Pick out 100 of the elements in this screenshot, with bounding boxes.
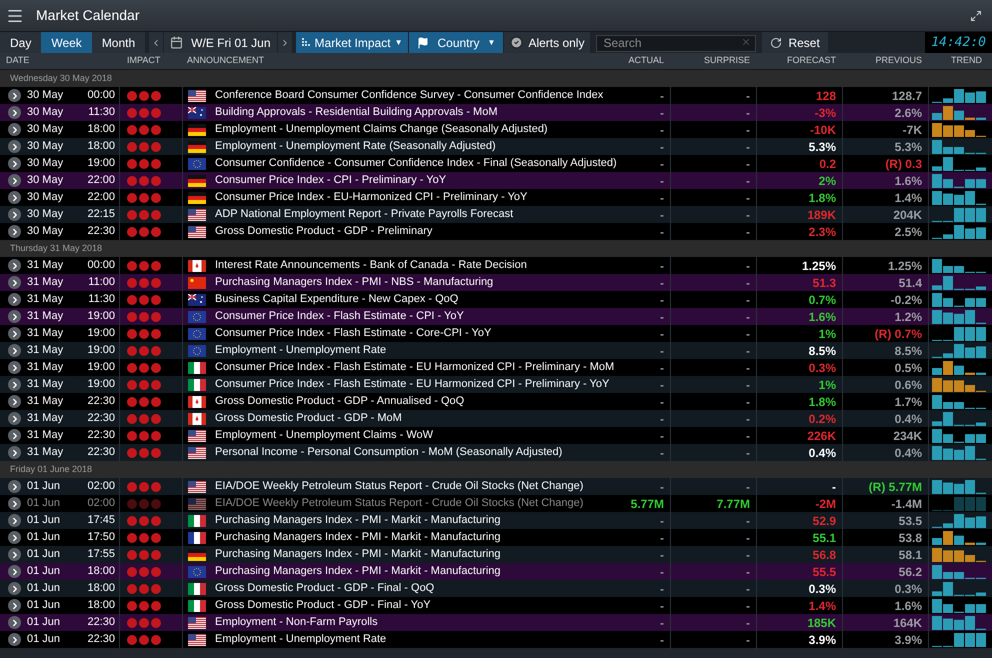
calendar-row[interactable]: 31 May 19:00 Consumer Price Index - Flash Estimate - CPI - YoY - - 1.6% 1.2%	[0, 308, 992, 325]
event-time: 22:30	[87, 632, 115, 648]
period-tab[interactable]: Day	[0, 32, 42, 53]
calendar-row[interactable]: 01 Jun 17:55 Purchasing Managers Index - PMI - Markit - Manufacturing - - 56.8 58.1	[0, 546, 992, 563]
reset-button[interactable]: Reset	[762, 32, 828, 53]
column-header[interactable]: FORECAST	[756, 54, 842, 68]
calendar-row[interactable]: 01 Jun 02:00 EIA/DOE Weekly Petroleum Status Report - Crude Oil Stocks (Net Change) 5.77M 7.77M -2M -1.4M	[0, 495, 992, 512]
announcement-text: Business Capital Expenditure - New Capex - QoQ	[215, 292, 458, 308]
calendar-row[interactable]: 30 May 18:00 Employment - Unemployment Claims Change (Seasonally Adjusted) - - -10K -7K	[0, 121, 992, 138]
search-field[interactable]: Search	[596, 34, 756, 52]
expand-icon[interactable]	[8, 361, 21, 374]
expand-icon[interactable]	[8, 582, 21, 595]
calendar-row[interactable]: 31 May 11:00 Purchasing Managers Index - PMI - NBS - Manufacturing - - 51.3 51.4	[0, 274, 992, 291]
week-selector[interactable]: W/E Fri 01 Jun	[164, 32, 277, 53]
expand-icon[interactable]	[8, 276, 21, 289]
event-time: 18:00	[87, 564, 115, 580]
calendar-row[interactable]: 30 May 22:00 Consumer Price Index - CPI - Preliminary - YoY - - 2% 1.6%	[0, 172, 992, 189]
calendar-row[interactable]: 31 May 19:00 Employment - Unemployment Rate - - 8.5% 8.5%	[0, 342, 992, 359]
expand-icon[interactable]	[8, 412, 21, 425]
expand-icon[interactable]	[8, 174, 21, 187]
event-date: 01 Jun	[27, 598, 60, 614]
calendar-row[interactable]: 31 May 22:30 Gross Domestic Product - GDP - Annualised - QoQ - - 1.8% 1.7%	[0, 393, 992, 410]
market-impact-filter[interactable]: Market Impact ▼	[296, 32, 408, 53]
calendar-row[interactable]: 30 May 19:00 Consumer Confidence - Consumer Confidence Index - Final (Seasonally Adjusted) - - 0.2 (R) 0.3	[0, 155, 992, 172]
event-date: 31 May	[27, 258, 64, 274]
column-header[interactable]: ANNOUNCEMENT	[182, 54, 603, 68]
expand-icon[interactable]	[8, 565, 21, 578]
calendar-row[interactable]: 01 Jun 22:30 Employment - Unemployment Rate - - 3.9% 3.9%	[0, 631, 992, 648]
calendar-row[interactable]: 31 May 00:00 Interest Rate Announcements - Bank of Canada - Rate Decision - - 1.25% 1.25%	[0, 257, 992, 274]
expand-icon[interactable]	[8, 616, 21, 629]
expand-icon[interactable]	[8, 429, 21, 442]
calendar-row[interactable]: 31 May 19:00 Consumer Price Index - Flash Estimate - EU Harmonized CPI - Preliminary - YoY - - 1% 0.6%	[0, 376, 992, 393]
event-date: 31 May	[27, 309, 64, 324]
calendar-row[interactable]: 30 May 22:30 Gross Domestic Product - GDP - Preliminary - - 2.3% 2.5%	[0, 223, 992, 240]
calendar-row[interactable]: 30 May 18:00 Employment - Unemployment Rate (Seasonally Adjusted) - - 5.3% 5.3%	[0, 138, 992, 155]
expand-icon[interactable]	[8, 106, 21, 119]
expand-icon[interactable]	[8, 293, 21, 306]
calendar-row[interactable]: 01 Jun 02:00 EIA/DOE Weekly Petroleum Status Report - Crude Oil Stocks (Net Change) - - - (R) 5.77M	[0, 478, 992, 495]
event-date: 01 Jun	[27, 632, 60, 648]
calendar-row[interactable]: 30 May 11:30 Building Approvals - Residential Building Approvals - MoM - - -3% 2.6%	[0, 104, 992, 121]
period-tab[interactable]: Week	[41, 32, 92, 53]
expand-icon[interactable]	[8, 480, 21, 493]
expand-icon[interactable]	[8, 514, 21, 527]
announcement-text: Consumer Confidence - Consumer Confidence Index - Final (Seasonally Adjusted)	[215, 156, 617, 172]
actual-value: -	[659, 104, 665, 122]
column-header[interactable]: IMPACT	[120, 54, 182, 68]
expand-icon[interactable]	[8, 191, 21, 204]
expand-icon[interactable]	[8, 310, 21, 323]
calendar-row[interactable]: 31 May 22:30 Personal Income - Personal Consumption - MoM (Seasonally Adjusted) - - 0.4% 0.4%	[0, 444, 992, 461]
calendar-row[interactable]: 31 May 19:00 Consumer Price Index - Flash Estimate - Core-CPI - YoY - - 1% (R) 0.7%	[0, 325, 992, 342]
trend-chart	[932, 88, 986, 102]
column-header[interactable]: DATE	[0, 54, 120, 68]
column-header[interactable]: TREND	[928, 54, 988, 68]
window-title: Market Calendar	[36, 6, 140, 25]
expand-icon[interactable]	[8, 157, 21, 170]
calendar-row[interactable]: 01 Jun 17:45 Purchasing Managers Index - PMI - Markit - Manufacturing - - 52.9 53.5	[0, 512, 992, 529]
calendar-row[interactable]: 01 Jun 17:50 Purchasing Managers Index - PMI - Markit - Manufacturing - - 55.1 53.8	[0, 529, 992, 546]
event-time: 19:00	[87, 156, 115, 172]
calendar-row[interactable]: 01 Jun 18:00 Purchasing Managers Index - PMI - Markit - Manufacturing - - 55.5 56.2	[0, 563, 992, 580]
expand-icon[interactable]	[8, 344, 21, 357]
expand-icon[interactable]	[8, 225, 21, 238]
maximize-icon[interactable]	[970, 10, 982, 22]
expand-icon[interactable]	[8, 208, 21, 221]
expand-icon[interactable]	[8, 89, 21, 102]
expand-icon[interactable]	[8, 123, 21, 136]
expand-icon[interactable]	[8, 446, 21, 459]
calendar-row[interactable]: 31 May 11:30 Business Capital Expenditure - New Capex - QoQ - - 0.7% -0.2%	[0, 291, 992, 308]
calendar-row[interactable]: 31 May 22:30 Gross Domestic Product - GDP - MoM - - 0.2% 0.4%	[0, 410, 992, 427]
event-time: 22:30	[87, 615, 115, 630]
event-time: 22:30	[87, 394, 115, 410]
event-time: 11:30	[88, 105, 115, 120]
country-filter[interactable]: Country ▼	[409, 32, 504, 53]
expand-icon[interactable]	[8, 395, 21, 408]
column-header[interactable]: SURPRISE	[670, 54, 756, 68]
calendar-row[interactable]: 30 May 22:00 Consumer Price Index - EU-Harmonized CPI - Preliminary - YoY - - 1.8% 1.4%	[0, 189, 992, 206]
expand-icon[interactable]	[8, 327, 21, 340]
expand-icon[interactable]	[8, 378, 21, 391]
expand-icon[interactable]	[8, 599, 21, 612]
event-date: 31 May	[27, 377, 64, 392]
calendar-row[interactable]: 30 May 00:00 Conference Board Consumer Confidence Survey - Consumer Confidence Index - - 128 128.7	[0, 87, 992, 104]
calendar-row[interactable]: 31 May 19:00 Consumer Price Index - Flash Estimate - EU Harmonized CPI - Preliminary - MoM - - 0.3% 0.5%	[0, 359, 992, 376]
actual-value: -	[659, 308, 665, 326]
expand-icon[interactable]	[8, 633, 21, 646]
actual-value: -	[659, 564, 665, 580]
calendar-row[interactable]: 01 Jun 18:00 Gross Domestic Product - GDP - Final - QoQ - - 0.3% 0.3%	[0, 580, 992, 597]
period-tab[interactable]: Month	[92, 32, 146, 53]
expand-icon[interactable]	[8, 140, 21, 153]
expand-icon[interactable]	[8, 497, 21, 510]
column-header[interactable]: PREVIOUS	[842, 54, 928, 68]
expand-icon[interactable]	[8, 548, 21, 561]
calendar-row[interactable]: 01 Jun 22:30 Employment - Non-Farm Payrolls - - 185K 164K	[0, 614, 992, 631]
expand-icon[interactable]	[8, 259, 21, 272]
expand-icon[interactable]	[8, 531, 21, 544]
calendar-row[interactable]: 31 May 22:30 Employment - Unemployment Claims - WoW - - 226K 234K	[0, 427, 992, 444]
calendar-row[interactable]: 30 May 22:15 ADP National Employment Report - Private Payrolls Forecast - - 189K 204K	[0, 206, 992, 223]
trend-chart	[932, 258, 986, 272]
announcement-text: Employment - Unemployment Claims - WoW	[215, 428, 434, 444]
alerts-only-toggle[interactable]: Alerts only	[504, 32, 590, 53]
column-header[interactable]: ACTUAL	[603, 54, 670, 68]
calendar-row[interactable]: 01 Jun 18:00 Gross Domestic Product - GDP - Final - YoY - - 1.4% 1.6%	[0, 597, 992, 614]
